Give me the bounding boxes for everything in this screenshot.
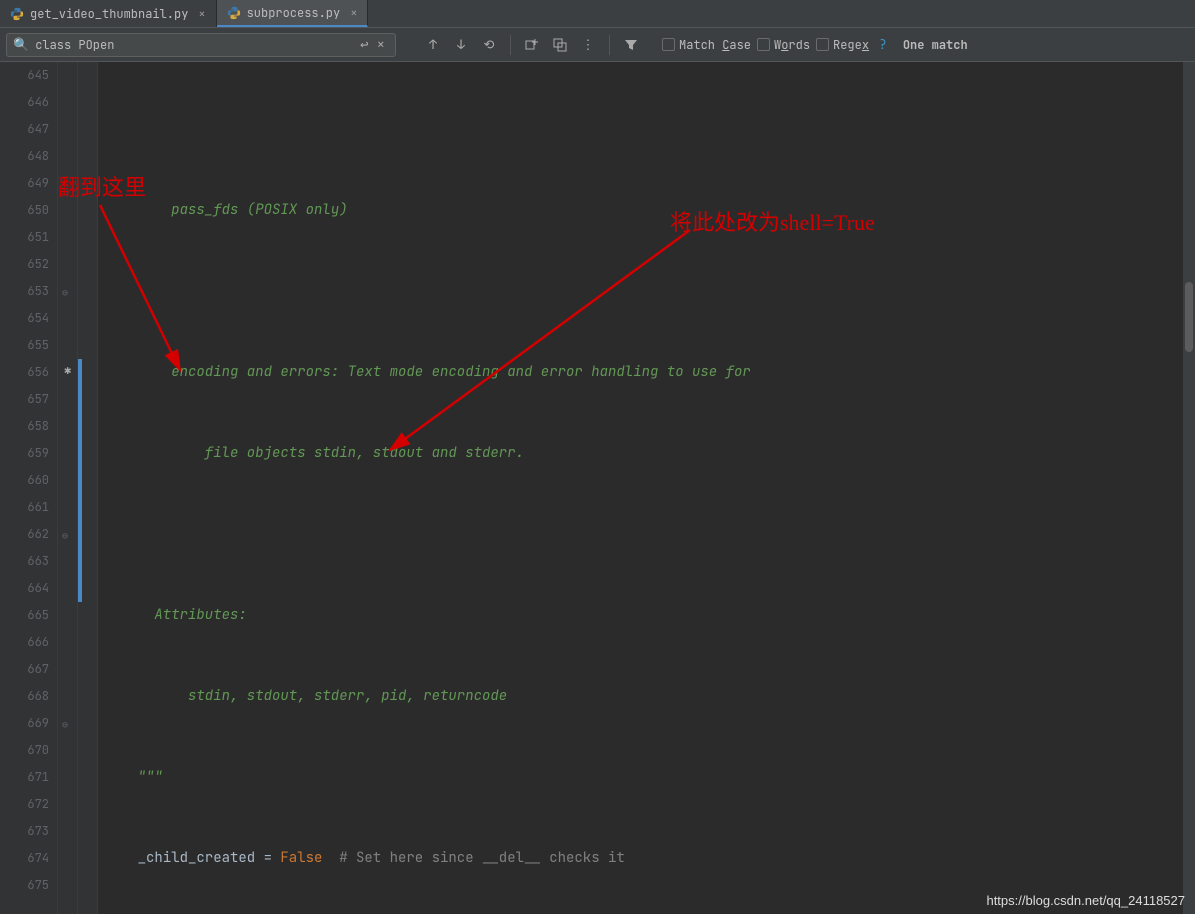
- match-case-checkbox[interactable]: Match Case: [662, 37, 751, 53]
- select-all-button[interactable]: [549, 34, 571, 56]
- prev-match-button[interactable]: ↑: [422, 34, 444, 56]
- editor: 6456466476486496506516526536546556566576…: [0, 62, 1195, 914]
- clear-icon[interactable]: ×: [373, 36, 389, 54]
- tab-label: get_video_thumbnail.py: [30, 6, 188, 22]
- regex-checkbox[interactable]: Regex: [816, 37, 869, 53]
- line-number: 653: [0, 278, 49, 305]
- next-match-button[interactable]: ↓: [450, 34, 472, 56]
- fold-marker[interactable]: ⊖: [62, 718, 68, 731]
- line-number: 663: [0, 548, 49, 575]
- python-icon: [227, 6, 241, 20]
- line-number: 652: [0, 251, 49, 278]
- line-number: 649: [0, 170, 49, 197]
- line-number: 654: [0, 305, 49, 332]
- show-options-button[interactable]: ⋮: [577, 34, 599, 56]
- tab-label: subprocess.py: [247, 5, 341, 21]
- line-number: 647: [0, 116, 49, 143]
- find-history-icon[interactable]: ↩: [356, 36, 372, 54]
- code-text: stdin, stdout, stderr, pid, returncode: [104, 687, 507, 705]
- watermark: https://blog.csdn.net/qq_24118527: [986, 893, 1185, 908]
- line-number: 664: [0, 575, 49, 602]
- line-number: 668: [0, 683, 49, 710]
- line-number: 667: [0, 656, 49, 683]
- code-text: """: [104, 768, 163, 786]
- separator: [510, 35, 511, 55]
- line-number: 645: [0, 62, 49, 89]
- filter-icon[interactable]: [620, 34, 642, 56]
- find-input[interactable]: [35, 37, 356, 53]
- line-number: 661: [0, 494, 49, 521]
- bookmark-marker: ✱: [64, 362, 71, 378]
- code-text: pass_fds (POSIX only): [104, 201, 348, 219]
- code-text: encoding and errors: Text mode encoding …: [104, 363, 751, 381]
- find-all-button[interactable]: ⟲: [478, 34, 500, 56]
- find-bar: 🔍 ↩ × ↑ ↓ ⟲ ⋮ Match Case Words Regex ? O…: [0, 28, 1195, 62]
- search-icon: 🔍: [13, 36, 29, 53]
- match-count: One match: [903, 37, 968, 53]
- line-number: 672: [0, 791, 49, 818]
- code-text: Attributes:: [104, 606, 247, 624]
- line-number: 673: [0, 818, 49, 845]
- code-text: _child_created =: [104, 849, 280, 867]
- help-icon[interactable]: ?: [879, 36, 887, 53]
- line-number: 674: [0, 845, 49, 872]
- marker-gutter: ✱ ⊖ ⊖ ⊖: [58, 62, 78, 914]
- line-number: 660: [0, 467, 49, 494]
- code-text: file objects stdin, stdout and stderr.: [104, 444, 524, 462]
- line-number: 655: [0, 332, 49, 359]
- line-number: 659: [0, 440, 49, 467]
- line-number: 662: [0, 521, 49, 548]
- words-checkbox[interactable]: Words: [757, 37, 810, 53]
- line-number: 648: [0, 143, 49, 170]
- tab-subprocess[interactable]: subprocess.py ×: [217, 0, 369, 27]
- scroll-thumb[interactable]: [1185, 282, 1193, 352]
- modified-marker: [78, 359, 82, 602]
- line-number: 669: [0, 710, 49, 737]
- line-number: 671: [0, 764, 49, 791]
- find-input-wrap[interactable]: 🔍 ↩ ×: [6, 33, 396, 57]
- line-number: 657: [0, 386, 49, 413]
- tab-get-video-thumbnail[interactable]: get_video_thumbnail.py ×: [0, 0, 217, 27]
- separator: [609, 35, 610, 55]
- close-icon[interactable]: ×: [350, 5, 357, 21]
- line-number: 665: [0, 602, 49, 629]
- line-number: 646: [0, 89, 49, 116]
- fold-marker[interactable]: ⊖: [62, 529, 68, 542]
- line-number: 670: [0, 737, 49, 764]
- python-icon: [10, 7, 24, 21]
- add-selection-button[interactable]: [521, 34, 543, 56]
- change-gutter: [78, 62, 98, 914]
- line-number: 651: [0, 224, 49, 251]
- editor-tabs: get_video_thumbnail.py × subprocess.py ×: [0, 0, 1195, 28]
- gutter: 6456466476486496506516526536546556566576…: [0, 62, 58, 914]
- line-number: 658: [0, 413, 49, 440]
- vertical-scrollbar[interactable]: [1183, 62, 1195, 914]
- line-number: 666: [0, 629, 49, 656]
- fold-marker[interactable]: ⊖: [62, 286, 68, 299]
- code-area[interactable]: pass_fds (POSIX only) encoding and error…: [98, 62, 1195, 914]
- line-number: 656: [0, 359, 49, 386]
- line-number: 675: [0, 872, 49, 899]
- line-number: 650: [0, 197, 49, 224]
- close-icon[interactable]: ×: [198, 6, 205, 22]
